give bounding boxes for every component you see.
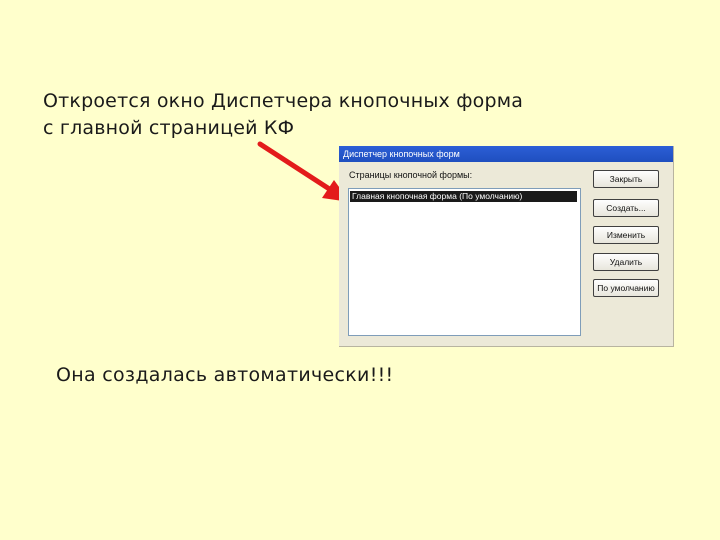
create-button[interactable]: Создать...: [593, 199, 659, 217]
dialog-title-bar: Диспетчер кнопочных форм: [339, 146, 673, 162]
list-item[interactable]: Главная кнопочная форма (По умолчанию): [350, 191, 577, 202]
switchboard-manager-dialog: Диспетчер кнопочных форм Страницы кнопоч…: [339, 146, 674, 347]
switchboard-pages-list[interactable]: Главная кнопочная форма (По умолчанию): [348, 188, 581, 336]
headline-line-1: Откроется окно Диспетчера кнопочных форм…: [43, 90, 524, 112]
edit-button[interactable]: Изменить: [593, 226, 659, 244]
delete-button[interactable]: Удалить: [593, 253, 659, 271]
close-button[interactable]: Закрыть: [593, 170, 659, 188]
footer-text: Она создалась автоматически!!!: [56, 364, 394, 386]
pages-list-label: Страницы кнопочной формы:: [349, 170, 473, 180]
set-default-button[interactable]: По умолчанию: [593, 279, 659, 297]
